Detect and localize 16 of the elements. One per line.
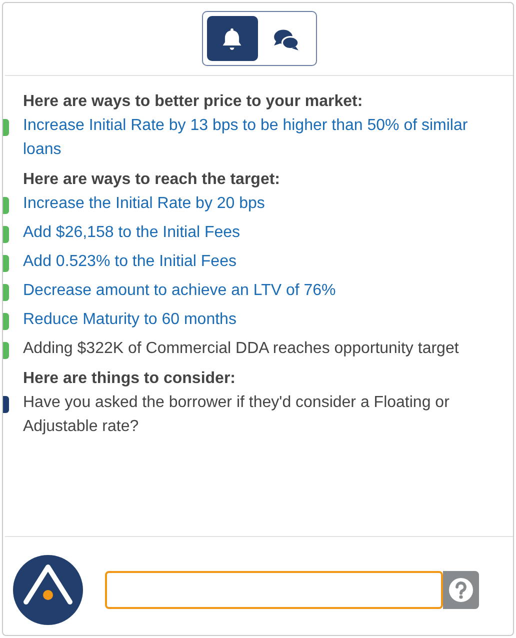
suggestion-text: Adding $322K of Commercial DDA reaches opportunity target — [23, 339, 459, 359]
logo-icon — [13, 555, 83, 625]
suggestion-link[interactable]: Reduce Maturity to 60 months — [23, 308, 236, 332]
help-button[interactable] — [443, 571, 479, 609]
message-input-field[interactable] — [105, 571, 443, 609]
suggestion-link[interactable]: Decrease amount to achieve an LTV of 76% — [23, 279, 336, 303]
section-heading: Here are ways to better price to your market: — [23, 92, 364, 112]
suggestion-link[interactable]: Add 0.523% to the Initial Fees — [23, 250, 236, 274]
section-heading: Here are things to consider: — [23, 369, 236, 389]
suggestion-link[interactable]: Increase Initial Rate by 13 bps to be higher than 50% of similar loans — [23, 114, 503, 162]
help-icon — [448, 577, 474, 603]
tab[interactable] — [206, 16, 258, 61]
suggestion-link[interactable]: Increase the Initial Rate by 20 bps — [23, 192, 265, 216]
suggestion-link[interactable]: Add $26,158 to the Initial Fees — [23, 221, 240, 245]
section-heading: Here are ways to reach the target: — [23, 170, 281, 190]
suggestion-text: Have you asked the borrower if they'd consider a Floating or Adjustable rate? — [23, 393, 450, 437]
